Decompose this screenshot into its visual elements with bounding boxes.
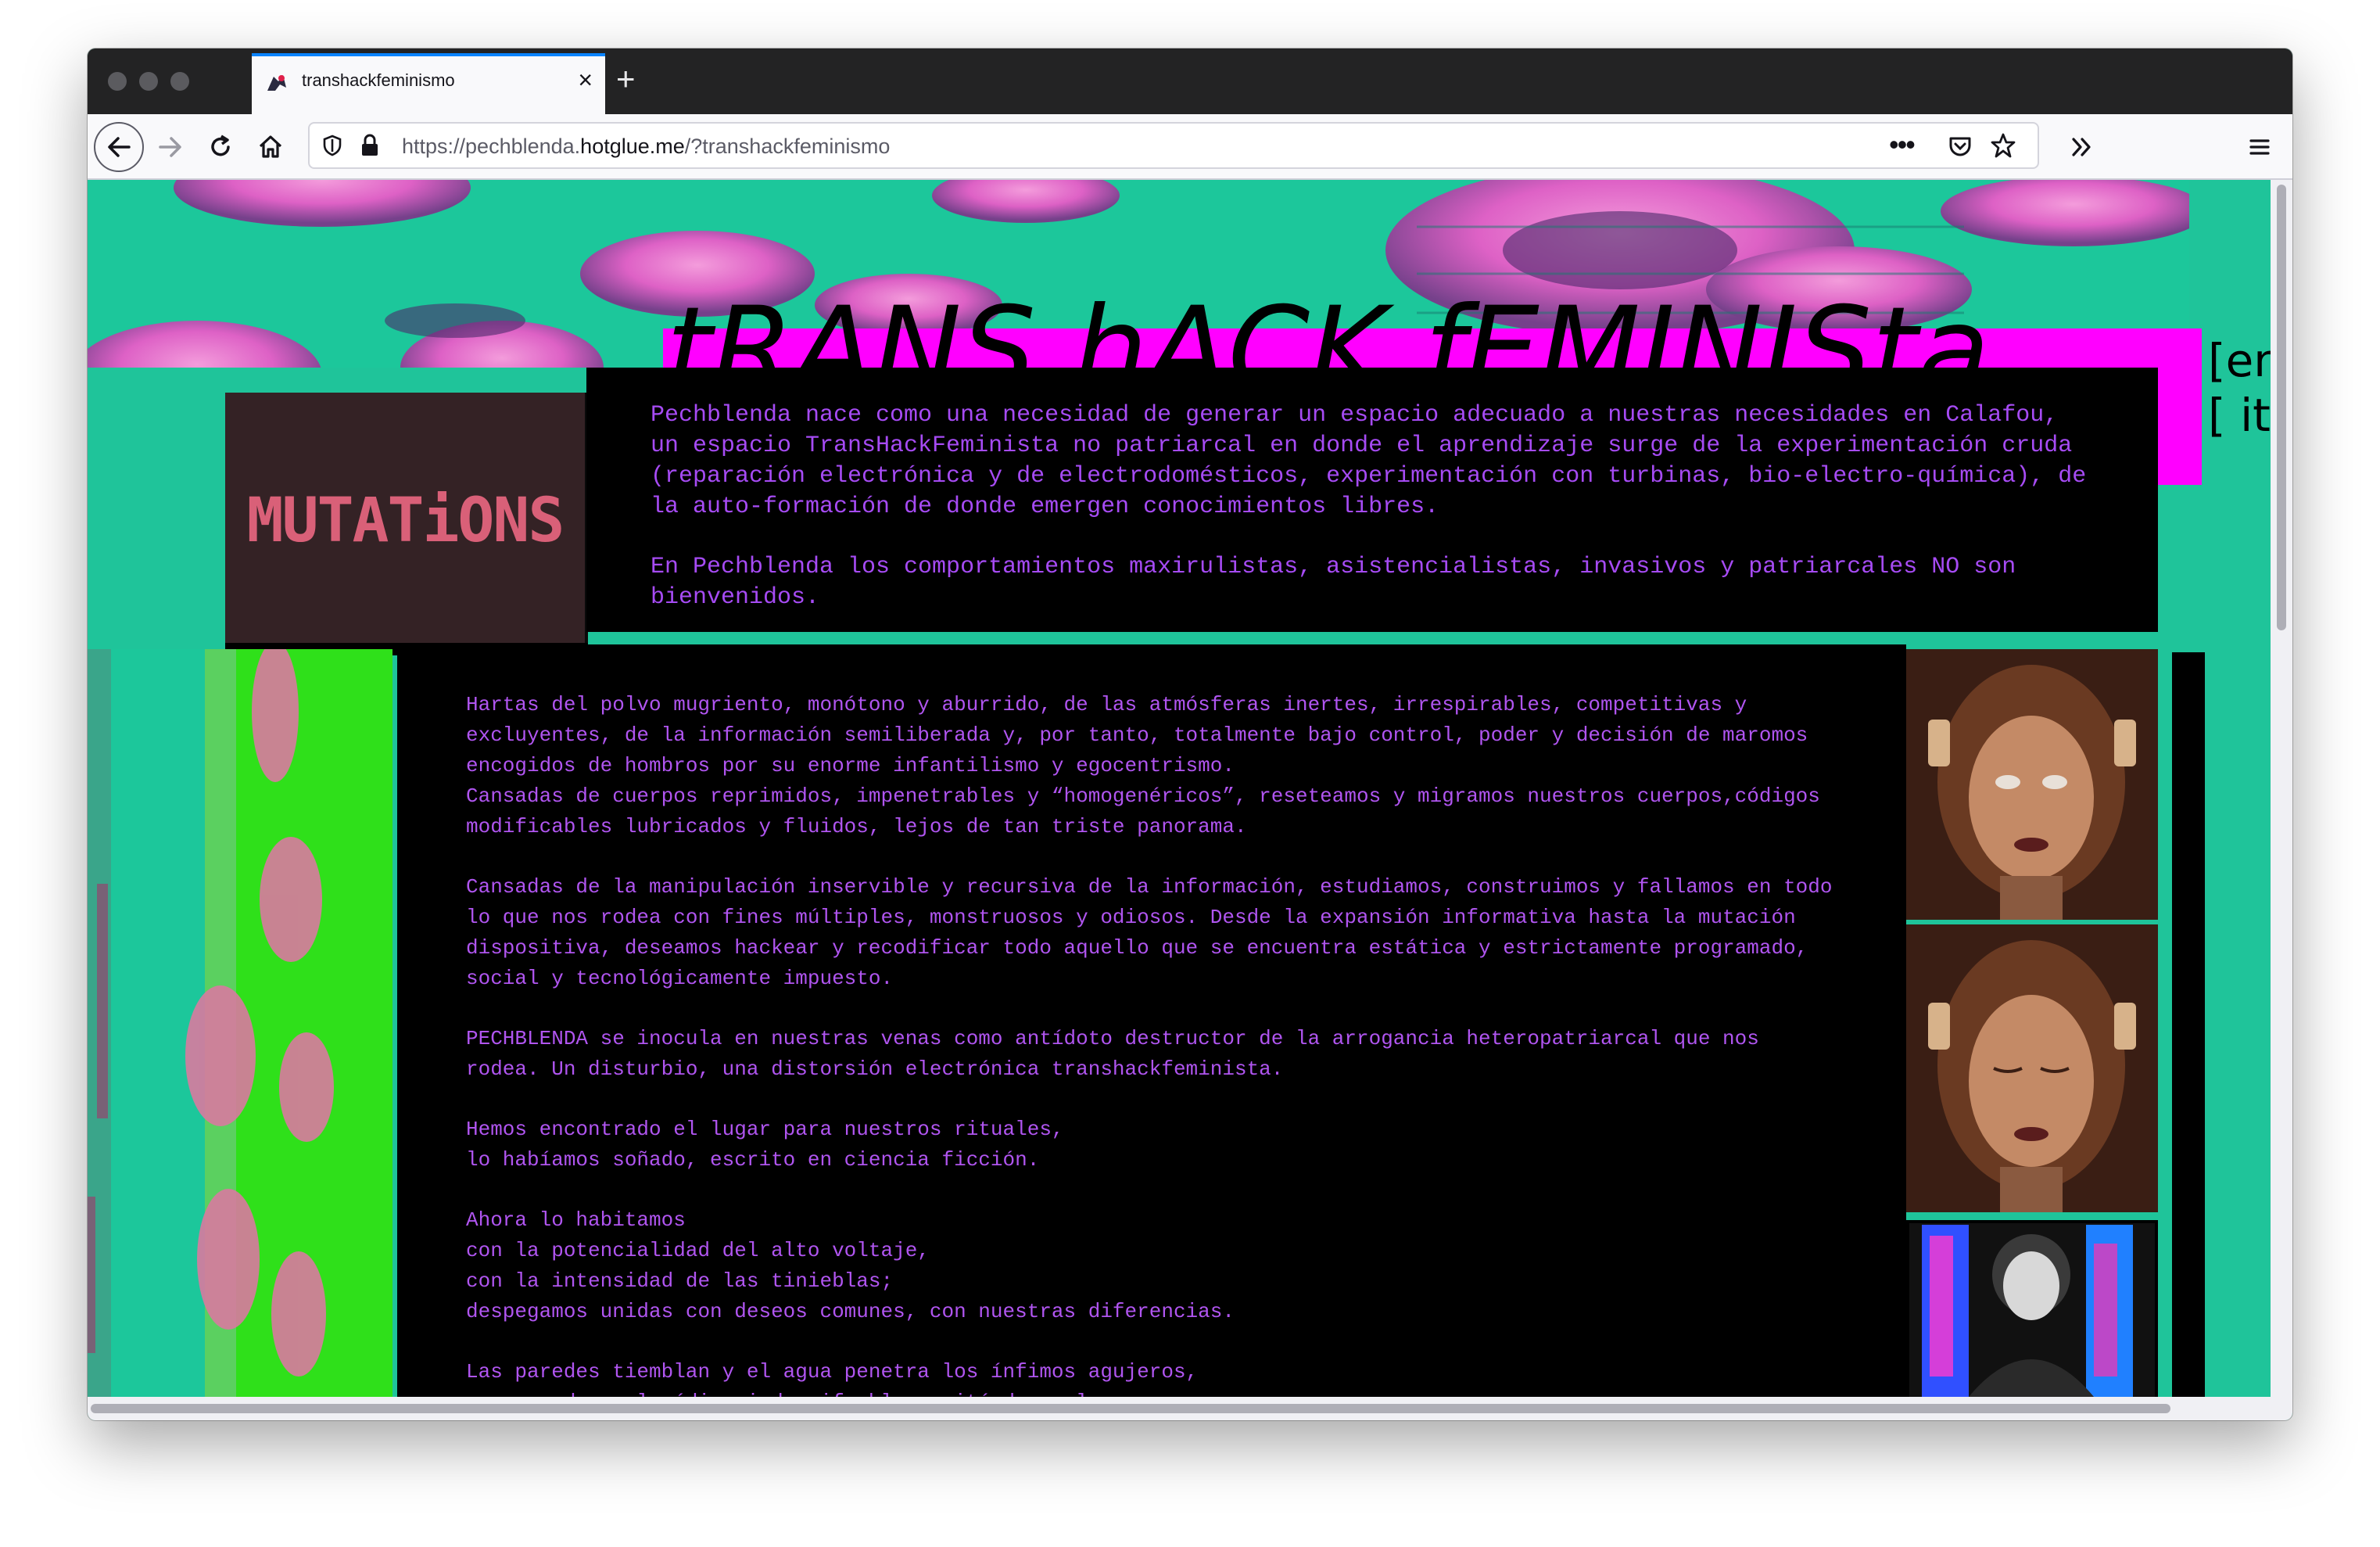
url-bar[interactable]: https://pechblenda.hotglue.me/?transhack… xyxy=(308,122,2039,169)
forward-button[interactable] xyxy=(147,124,194,170)
portrait-image-1 xyxy=(1906,649,2158,920)
new-tab-button[interactable]: + xyxy=(616,61,636,97)
intro-paragraph-1: Pechblenda nace como una necesidad de ge… xyxy=(651,402,2087,520)
lock-icon[interactable] xyxy=(358,133,382,158)
chevron-double-right-icon xyxy=(2072,138,2091,156)
language-link-en[interactable]: [en xyxy=(2208,333,2271,388)
mutations-graphic: MUTATiONS xyxy=(225,393,588,655)
app-menu-button[interactable] xyxy=(2236,124,2283,170)
horizontal-scrollbar[interactable] xyxy=(88,1397,2271,1420)
portrait-image-3 xyxy=(1906,1220,2158,1397)
robot-woman-eyes-open-image xyxy=(1906,649,2158,920)
hamburger-menu-icon xyxy=(2249,139,2270,155)
tab-strip: transhackfeminismo × + xyxy=(88,48,2292,114)
mutations-image: MUTATiONS xyxy=(225,393,588,655)
vertical-scroll-thumb[interactable] xyxy=(2277,185,2286,630)
intro-text-box: Pechblenda nace como una necesidad de ge… xyxy=(586,368,2158,632)
manifesto-paragraph-5: Ahora lo habitamos con la potencialidad … xyxy=(466,1208,1235,1323)
vertical-scrollbar[interactable] xyxy=(2271,180,2292,1420)
horizontal-scroll-thumb[interactable] xyxy=(91,1404,2170,1413)
minimize-window-dot[interactable] xyxy=(139,72,158,91)
url-text[interactable]: https://pechblenda.hotglue.me/?transhack… xyxy=(402,135,890,159)
browser-window: transhackfeminismo × + https://pechblend… xyxy=(88,48,2292,1420)
reload-button[interactable] xyxy=(197,124,244,170)
overflow-menu-button[interactable] xyxy=(2058,124,2105,170)
manifesto-text-box: Hartas del polvo mugriento, monótono y a… xyxy=(397,644,1906,1397)
page-actions-icon[interactable]: ••• xyxy=(1889,128,1916,161)
manifesto-paragraph-3: PECHBLENDA se inocula en nuestras venas … xyxy=(466,1027,1759,1081)
arrow-right-icon xyxy=(159,137,181,157)
language-link-it[interactable]: [ it xyxy=(2208,388,2271,443)
page-viewport: tRANS hACK fEMINISta [en [ it MUTATiONS … xyxy=(88,180,2271,1397)
right-black-bar xyxy=(2172,652,2205,1397)
navigation-bar: https://pechblenda.hotglue.me/?transhack… xyxy=(88,114,2292,180)
shield-icon[interactable] xyxy=(321,134,344,157)
bookmark-star-icon[interactable] xyxy=(1989,131,2017,160)
mutations-label: MUTATiONS xyxy=(247,486,564,556)
close-tab-icon[interactable]: × xyxy=(578,67,593,92)
manifesto-paragraph-4: Hemos encontrado el lugar para nuestros … xyxy=(466,1118,1064,1172)
portrait-image-2 xyxy=(1906,924,2158,1212)
zoom-window-dot[interactable] xyxy=(170,72,189,91)
site-favicon-icon xyxy=(267,75,286,91)
manifesto-paragraph-6: Las paredes tiemblan y el agua penetra l… xyxy=(466,1360,1235,1397)
pocket-icon[interactable] xyxy=(1947,133,1973,160)
manifesto-paragraph-1: Hartas del polvo mugriento, monótono y a… xyxy=(466,693,1820,838)
robot-woman-eyes-closed-image xyxy=(1906,924,2158,1212)
glitch-stripe-image xyxy=(88,649,392,1397)
home-button[interactable] xyxy=(247,124,294,170)
marie-curie-glitch-image xyxy=(1909,1223,2155,1397)
intro-paragraph-2: En Pechblenda los comportamientos maxiru… xyxy=(651,554,2016,611)
tab-title: transhackfeminismo xyxy=(302,70,455,90)
reload-icon xyxy=(211,135,230,156)
home-icon xyxy=(259,135,282,158)
back-button[interactable] xyxy=(94,122,144,172)
tab-transhackfeminismo[interactable]: transhackfeminismo × xyxy=(252,53,605,114)
close-window-dot[interactable] xyxy=(108,72,127,91)
page-title: tRANS hACK fEMINISta xyxy=(666,288,1990,374)
language-links[interactable]: [en [ it xyxy=(2208,333,2271,443)
manifesto-paragraph-2: Cansadas de la manipulación inservible y… xyxy=(466,875,1833,990)
arrow-left-icon xyxy=(108,137,131,157)
